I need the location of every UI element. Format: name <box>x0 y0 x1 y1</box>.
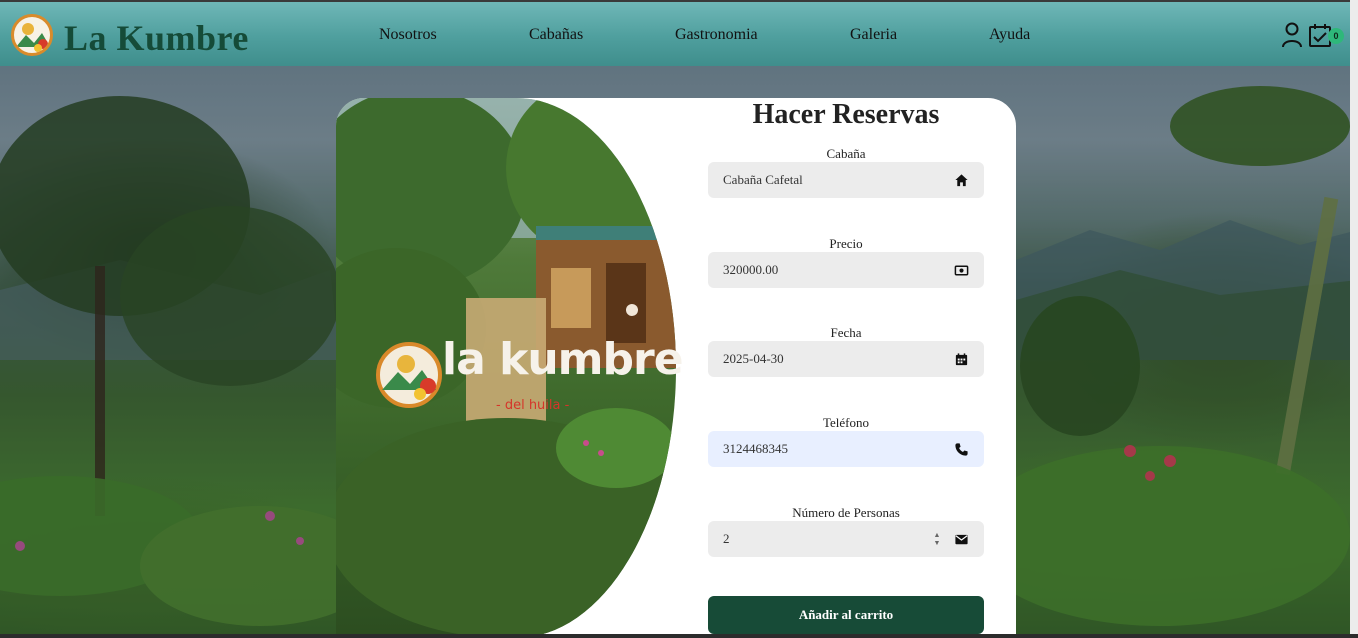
nav-galeria[interactable]: Galeria <box>850 26 897 44</box>
nav-ayuda[interactable]: Ayuda <box>989 26 1030 44</box>
money-icon <box>954 265 969 275</box>
user-icon[interactable] <box>1281 22 1303 53</box>
nav-gastronomia[interactable]: Gastronomia <box>675 26 758 44</box>
precio-label: Precio <box>829 236 863 251</box>
personas-field[interactable]: 2 ▲ ▼ <box>708 521 984 557</box>
logo[interactable] <box>11 14 53 56</box>
photo-logo-icon <box>376 342 442 408</box>
stepper-down-icon[interactable]: ▼ <box>934 539 941 547</box>
personas-value: 2 <box>723 531 730 546</box>
precio-value: 320000.00 <box>723 262 779 277</box>
telefono-value: 3124468345 <box>723 441 788 456</box>
home-icon <box>955 173 968 186</box>
photo-logo-text: la kumbre <box>442 334 684 385</box>
cabana-label: Cabaña <box>826 146 866 161</box>
telefono-field[interactable]: 3124468345 <box>708 431 984 467</box>
nav-cabanas[interactable]: Cabañas <box>529 26 583 44</box>
cabana-field[interactable]: Cabaña Cafetal <box>708 162 984 198</box>
window-edge-right <box>1350 0 1358 638</box>
form-title: Hacer Reservas <box>752 99 940 130</box>
fecha-value: 2025-04-30 <box>723 351 784 366</box>
window-edge-bottom <box>0 634 1358 638</box>
reservation-card: la kumbre - del huila - Hacer Reservas C… <box>336 98 1016 638</box>
cart-count-badge: 0 <box>1328 28 1344 44</box>
brand-name[interactable]: La Kumbre <box>64 17 249 59</box>
personas-label: Número de Personas <box>792 505 900 520</box>
phone-icon <box>955 442 968 456</box>
top-navbar: La Kumbre Nosotros Cabañas Gastronomia G… <box>0 0 1351 66</box>
logo-icon <box>11 14 53 56</box>
precio-field[interactable]: 320000.00 <box>708 252 984 288</box>
nav-nosotros[interactable]: Nosotros <box>379 26 437 44</box>
photo-logo-subtitle: - del huila - <box>496 398 570 413</box>
add-to-cart-button[interactable]: Añadir al carrito <box>708 596 984 634</box>
number-stepper[interactable]: ▲ ▼ <box>932 530 942 548</box>
mail-icon <box>955 534 968 544</box>
fecha-label: Fecha <box>830 325 862 340</box>
stepper-up-icon[interactable]: ▲ <box>934 531 941 539</box>
fecha-field[interactable]: 2025-04-30 <box>708 341 984 377</box>
telefono-label: Teléfono <box>822 415 869 430</box>
cabana-value: Cabaña Cafetal <box>723 172 803 187</box>
calendar-icon <box>955 352 968 365</box>
